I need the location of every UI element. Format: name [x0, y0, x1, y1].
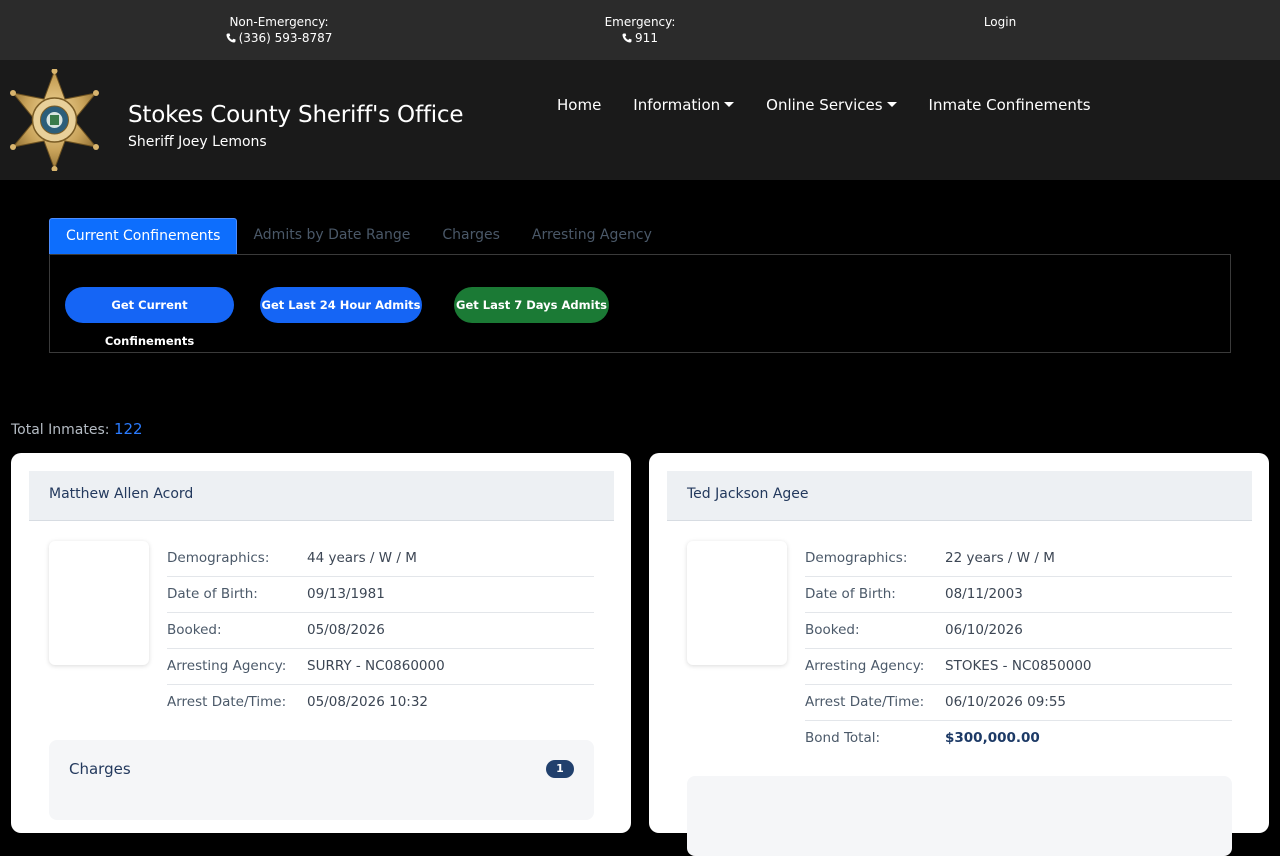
detail-value: 22 years / W / M: [945, 550, 1055, 566]
inmate-photo: [49, 541, 149, 665]
phone-icon: [622, 33, 632, 43]
nav-information[interactable]: Information: [633, 96, 735, 114]
inmate-name[interactable]: Ted Jackson Agee: [687, 486, 809, 502]
detail-value: 06/10/2026 09:55: [945, 694, 1067, 710]
confinement-tabs: Current Confinements Admits by Date Rang…: [49, 218, 668, 255]
detail-label: Date of Birth:: [805, 586, 896, 602]
login-label[interactable]: Login: [984, 15, 1016, 29]
inmate-card-header: Matthew Allen Acord: [29, 471, 614, 521]
caret-down-icon: [886, 102, 897, 107]
detail-label: Arresting Agency:: [805, 658, 925, 674]
detail-row-booked: Booked: 05/08/2026: [167, 613, 594, 649]
detail-label: Demographics:: [805, 550, 908, 566]
charges-panel[interactable]: Charges 1: [49, 740, 594, 820]
detail-row-arrest: Arrest Date/Time: 06/10/2026 09:55: [805, 685, 1232, 721]
detail-value: 06/10/2026: [945, 622, 1023, 638]
sheriff-badge-logo[interactable]: [10, 69, 99, 171]
inmate-card-header: Ted Jackson Agee: [667, 471, 1252, 521]
detail-row-dob: Date of Birth: 08/11/2003: [805, 577, 1232, 613]
nav-information-label[interactable]: Information: [633, 96, 720, 114]
tab-current-confinements[interactable]: Current Confinements: [49, 218, 238, 255]
detail-row-booked: Booked: 06/10/2026: [805, 613, 1232, 649]
detail-value: 05/08/2026 10:32: [307, 694, 429, 710]
emergency-contact: Emergency: 911: [580, 14, 700, 46]
detail-row-agency: Arresting Agency: SURRY - NC0860000: [167, 649, 594, 685]
site-title[interactable]: Stokes County Sheriff's Office: [128, 102, 464, 128]
detail-row-dob: Date of Birth: 09/13/1981: [167, 577, 594, 613]
non-emergency-phone-link[interactable]: (336) 593-8787: [200, 30, 358, 46]
main-nav: Home Information Online Services Inmate …: [557, 96, 1123, 114]
site-subtitle: Sheriff Joey Lemons: [128, 134, 267, 150]
detail-row-arrest: Arrest Date/Time: 05/08/2026 10:32: [167, 685, 594, 721]
detail-label: Date of Birth:: [167, 586, 258, 602]
nav-inmate-confinements-label[interactable]: Inmate Confinements: [929, 96, 1091, 114]
inmate-details: Demographics: 22 years / W / M Date of Bi…: [805, 541, 1232, 757]
detail-row-agency: Arresting Agency: STOKES - NC0850000: [805, 649, 1232, 685]
tab-panel: Get Current Confinements Get Last 24 Hou…: [49, 254, 1231, 353]
nav-home[interactable]: Home: [557, 96, 601, 114]
inmate-card: Matthew Allen Acord Demographics: 44 year…: [11, 453, 631, 833]
detail-label: Booked:: [805, 622, 860, 638]
detail-label: Bond Total:: [805, 730, 881, 746]
detail-label: Arrest Date/Time:: [805, 694, 925, 710]
nav-online-services-label[interactable]: Online Services: [766, 96, 882, 114]
nav-online-services[interactable]: Online Services: [766, 96, 897, 114]
inmate-name[interactable]: Matthew Allen Acord: [49, 486, 193, 502]
emergency-phone[interactable]: 911: [635, 31, 658, 45]
emergency-label: Emergency:: [604, 15, 676, 29]
top-contact-bar: Non-Emergency: (336) 593-8787 Emergency:…: [0, 0, 1280, 60]
detail-value: SURRY - NC0860000: [307, 658, 445, 674]
detail-value: 08/11/2003: [945, 586, 1023, 602]
detail-row-bond: Bond Total: $300,000.00: [805, 721, 1232, 757]
tab-charges[interactable]: Charges: [426, 218, 516, 255]
nav-inmate-confinements[interactable]: Inmate Confinements: [929, 96, 1091, 114]
detail-value: 44 years / W / M: [307, 550, 417, 566]
detail-row-demographics: Demographics: 22 years / W / M: [805, 541, 1232, 577]
detail-value: 05/08/2026: [307, 622, 385, 638]
detail-label: Arresting Agency:: [167, 658, 287, 674]
detail-label: Arrest Date/Time:: [167, 694, 287, 710]
emergency-phone-link[interactable]: 911: [580, 30, 700, 46]
get-current-confinements-button[interactable]: Get Current Confinements: [65, 287, 234, 348]
detail-label: Booked:: [167, 622, 222, 638]
site-header: Stokes County Sheriff's Office Sheriff J…: [0, 60, 1280, 180]
detail-value: $300,000.00: [945, 730, 1040, 746]
charges-title[interactable]: Charges: [69, 760, 131, 778]
nav-home-label[interactable]: Home: [557, 96, 601, 114]
charges-count-badge: 1: [546, 760, 574, 778]
get-last-24-hour-admits-button[interactable]: Get Last 24 Hour Admits: [260, 287, 422, 323]
detail-label: Demographics:: [167, 550, 270, 566]
tab-arresting-agency[interactable]: Arresting Agency: [516, 218, 668, 255]
total-inmates-count: 122: [113, 420, 143, 438]
total-inmates-label: Total Inmates:: [11, 422, 110, 438]
charges-panel[interactable]: [687, 776, 1232, 856]
inmate-card: Ted Jackson Agee Demographics: 22 years /…: [649, 453, 1269, 856]
non-emergency-phone[interactable]: (336) 593-8787: [239, 31, 333, 45]
detail-row-demographics: Demographics: 44 years / W / M: [167, 541, 594, 577]
inmate-details: Demographics: 44 years / W / M Date of Bi…: [167, 541, 594, 721]
caret-down-icon: [724, 102, 735, 107]
detail-value: STOKES - NC0850000: [945, 658, 1092, 674]
inmate-photo: [687, 541, 787, 665]
non-emergency-label: Non-Emergency:: [229, 15, 329, 29]
get-last-7-days-admits-button[interactable]: Get Last 7 Days Admits: [454, 287, 609, 323]
non-emergency-contact: Non-Emergency: (336) 593-8787: [200, 14, 358, 46]
total-inmates: Total Inmates: 122: [11, 420, 143, 438]
detail-value: 09/13/1981: [307, 586, 385, 602]
phone-icon: [226, 33, 236, 43]
tab-admits-by-date-range[interactable]: Admits by Date Range: [237, 218, 426, 255]
login-link[interactable]: Login: [960, 14, 1040, 30]
